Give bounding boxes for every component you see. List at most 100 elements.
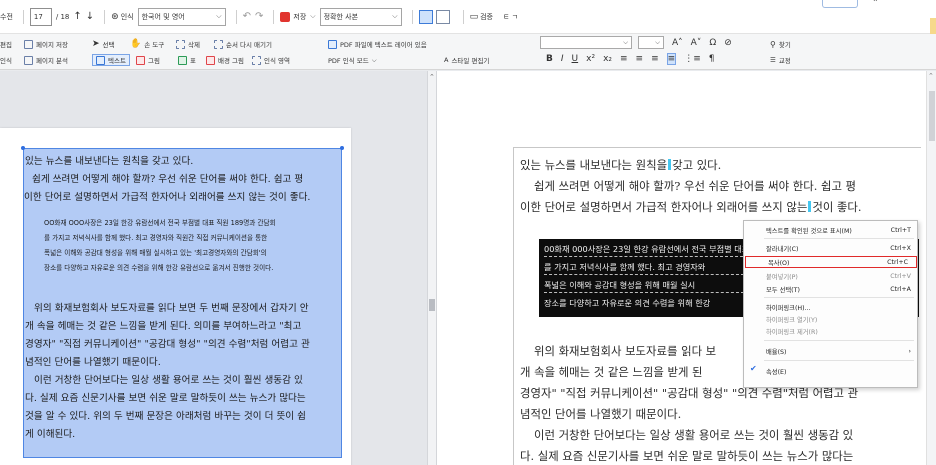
align-right-icon[interactable]: ≡ <box>651 54 659 64</box>
delete-tool[interactable]: 삭제 <box>176 38 200 50</box>
subscript-icon[interactable]: x₂ <box>603 54 612 64</box>
left-line-1: 있는 뉴스를 내보낸다는 원칙을 갖고 있다. <box>25 156 194 167</box>
bg-picture-tool[interactable]: 배경 그림 <box>206 54 244 66</box>
context-menu: 텍스트를 확인된 것으로 표시(M) Ctrl+T 잘라내기(C) Ctrl+X 복… <box>743 220 918 388</box>
proofread-button[interactable]: ☰ 교정 <box>770 54 791 66</box>
grow-font-icon[interactable]: A˄ <box>672 38 683 48</box>
save-button[interactable]: 저장 ⌵ <box>280 8 316 26</box>
shrink-font-icon[interactable]: A˅ <box>691 38 702 48</box>
ocr-partial-button[interactable]: 인식 <box>0 54 12 66</box>
right-scrollbar[interactable]: ⌃ <box>926 71 936 465</box>
right-line-4[interactable]: 위의 화재보험회사 보도자료를 읽다 보 <box>534 343 716 359</box>
menu-item-select-all[interactable]: 모두 선택(T) Ctrl+A <box>744 283 919 295</box>
pdf-ocr-mode-label: PDF 인식 모드 <box>328 57 369 65</box>
review-button[interactable]: ▭ 검증 <box>470 8 493 26</box>
scroll-up-icon[interactable]: ⌃ <box>928 72 934 80</box>
page-number-input[interactable]: 17 <box>29 7 52 26</box>
link-icon[interactable]: ⊘ <box>724 38 732 48</box>
hand-icon: ✋ <box>130 39 142 49</box>
page-save-button[interactable]: 페이지 저장 <box>24 38 68 50</box>
picture-tool[interactable]: 그림 <box>136 54 160 66</box>
underline-icon[interactable]: U <box>572 54 579 64</box>
resize-handle[interactable] <box>340 146 344 150</box>
list-icon[interactable]: ⋮≡ <box>684 54 701 64</box>
arrow-down-icon[interactable]: ↓ <box>86 8 94 26</box>
right-line-3a: 이한 단어로 설명하면서 가급적 한자어나 외래어를 쓰지 않는 <box>520 200 808 214</box>
find-button[interactable]: ⚲ 찾기 <box>770 38 791 50</box>
table-tool[interactable]: 표 <box>178 54 196 66</box>
text-tool[interactable]: 텍스트 <box>92 54 130 66</box>
left-line-9: 다. 실제 요즘 신문기사를 보면 쉬운 말로 말하듯이 쓰는 뉴스가 많다는 <box>25 393 306 404</box>
menu-item-paste[interactable]: 붙여넣기(P) Ctrl+V <box>744 270 919 282</box>
pdf-text-layer-button[interactable]: PDF 파일에 텍스트 레이어 있음 <box>328 38 427 50</box>
right-line-9[interactable]: 다. 실제 요즘 신문기사를 보면 쉬운 말로 말하듯이 쓰는 뉴스가 많다는 <box>520 448 853 464</box>
resize-handle[interactable] <box>21 146 25 150</box>
extra-glyphs[interactable]: ㅌ ㄱ <box>503 8 518 26</box>
bg-picture-label: 배경 그림 <box>218 57 244 65</box>
view-image-icon[interactable] <box>418 9 433 24</box>
select-tool[interactable]: ➤ 선택 <box>92 38 115 50</box>
window-tab-button[interactable] <box>822 0 858 8</box>
superscript-icon[interactable]: x² <box>586 54 595 64</box>
bold-icon[interactable]: B <box>546 54 553 64</box>
menu-item-open-hyperlink[interactable]: 하이퍼링크 열기(Y) <box>744 313 919 325</box>
ocr-area-tool[interactable]: 인식 영역 <box>252 54 290 66</box>
reorder-tool[interactable]: 순서 다시 매기기 <box>214 38 272 50</box>
menu-separator <box>764 238 914 239</box>
right-line-8[interactable]: 이런 거창한 단어보다는 일상 생활 용어로 쓰는 것이 훨씬 생동감 있 <box>534 427 853 443</box>
quote-underline <box>544 292 744 293</box>
save-icon <box>280 11 291 22</box>
pdf-ocr-mode-button[interactable]: PDF 인식 모드 ⌵ <box>328 54 377 66</box>
menu-item-cut[interactable]: 잘라내기(C) Ctrl+X <box>744 242 919 254</box>
right-line-5[interactable]: 개 속을 헤매는 것 같은 느낌을 받게 된 <box>520 364 703 380</box>
style-editor-button[interactable]: A 스타일 편집기 <box>444 54 489 66</box>
edit-button[interactable]: 편집 <box>0 38 12 50</box>
more-icon[interactable]: ⌃ <box>872 0 879 7</box>
scroll-up-icon[interactable]: ⌃ <box>429 73 435 81</box>
pane-splitter-scrollbar[interactable]: ⌃ <box>427 71 437 465</box>
menu-item-label: 하이퍼링크(H)... <box>766 304 811 312</box>
ocr-area-icon <box>252 55 261 65</box>
ocr-button[interactable]: ⊛ 인식 <box>111 8 133 26</box>
arrow-up-icon[interactable]: ↑ <box>73 8 81 26</box>
font-size-select[interactable]: ⌵ <box>638 36 664 49</box>
left-line-8: 이런 거창한 단어보다는 일상 생활 용어로 쓰는 것이 훨씬 생동감 있 <box>34 375 303 386</box>
menu-item-hyperlink[interactable]: 하이퍼링크(H)... <box>744 301 919 313</box>
menu-item-copy[interactable]: 복사(O) Ctrl+C <box>745 256 917 268</box>
page-analyze-button[interactable]: 페이지 분석 <box>24 54 68 66</box>
pointer-icon: ➤ <box>92 39 100 49</box>
language-select[interactable]: 한국어 및 영어 ⌵ <box>137 7 226 26</box>
menu-item-properties[interactable]: 속성(E) <box>744 365 919 377</box>
chevron-down-icon: ⌵ <box>216 12 222 20</box>
left-line-7: 념적인 단어를 나열했기 때문이다. <box>25 357 161 368</box>
special-char-icon[interactable]: Ω <box>709 38 716 48</box>
align-justify-icon[interactable]: ≡ <box>666 53 677 65</box>
scroll-thumb[interactable] <box>929 91 935 141</box>
menu-separator <box>764 360 914 361</box>
align-center-icon[interactable]: ≡ <box>636 54 644 64</box>
scroll-thumb[interactable] <box>429 299 435 311</box>
menu-item-mark-verified[interactable]: 텍스트를 확인된 것으로 표시(M) Ctrl+T <box>744 224 919 236</box>
font-family-select[interactable]: ⌵ <box>540 36 632 49</box>
reorder-icon <box>214 39 223 49</box>
right-line-3[interactable]: 이한 단어로 설명하면서 가급적 한자어나 외래어를 쓰지 않는 것이 좋다. <box>520 199 862 215</box>
undo-icon[interactable]: ↶ <box>243 8 251 26</box>
find-label: 찾기 <box>778 41 791 49</box>
menu-item-zoom[interactable]: 배율(S) › <box>744 345 919 357</box>
view-text-icon[interactable] <box>435 9 450 24</box>
align-left-icon[interactable]: ≡ <box>620 54 628 64</box>
left-quote-1: OO화재 OOO사장은 23일 한강 유람선에서 전국 부점별 대표 직원 18… <box>44 219 276 227</box>
right-line-2[interactable]: 쉽게 쓰려면 어떻게 해야 할까? 우선 쉬운 단어를 써야 한다. 쉽고 평 <box>534 178 856 194</box>
hand-label: 손 도구 <box>144 41 165 49</box>
redo-icon[interactable]: ↷ <box>255 8 263 26</box>
right-line-1[interactable]: 있는 뉴스를 내보낸다는 원칙을 갖고 있다. <box>520 157 721 173</box>
paragraph-icon[interactable]: ¶ <box>709 54 715 64</box>
mode-select[interactable]: 정확한 사본 ⌵ <box>319 7 402 26</box>
menu-item-remove-hyperlink[interactable]: 하이퍼링크 제거(R) <box>744 325 919 337</box>
right-line-7[interactable]: 념적인 단어를 나열했기 때문이다. <box>520 406 681 422</box>
image-pane[interactable]: 있는 뉴스를 내보낸다는 원칙을 갖고 있다. 쉽게 쓰려면 어떻게 해야 할까… <box>0 71 427 465</box>
hand-tool[interactable]: ✋ 손 도구 <box>130 38 164 50</box>
uncertain-char-marker <box>668 159 672 170</box>
menu-item-shortcut: Ctrl+V <box>890 272 911 280</box>
italic-icon[interactable]: I <box>561 54 564 64</box>
